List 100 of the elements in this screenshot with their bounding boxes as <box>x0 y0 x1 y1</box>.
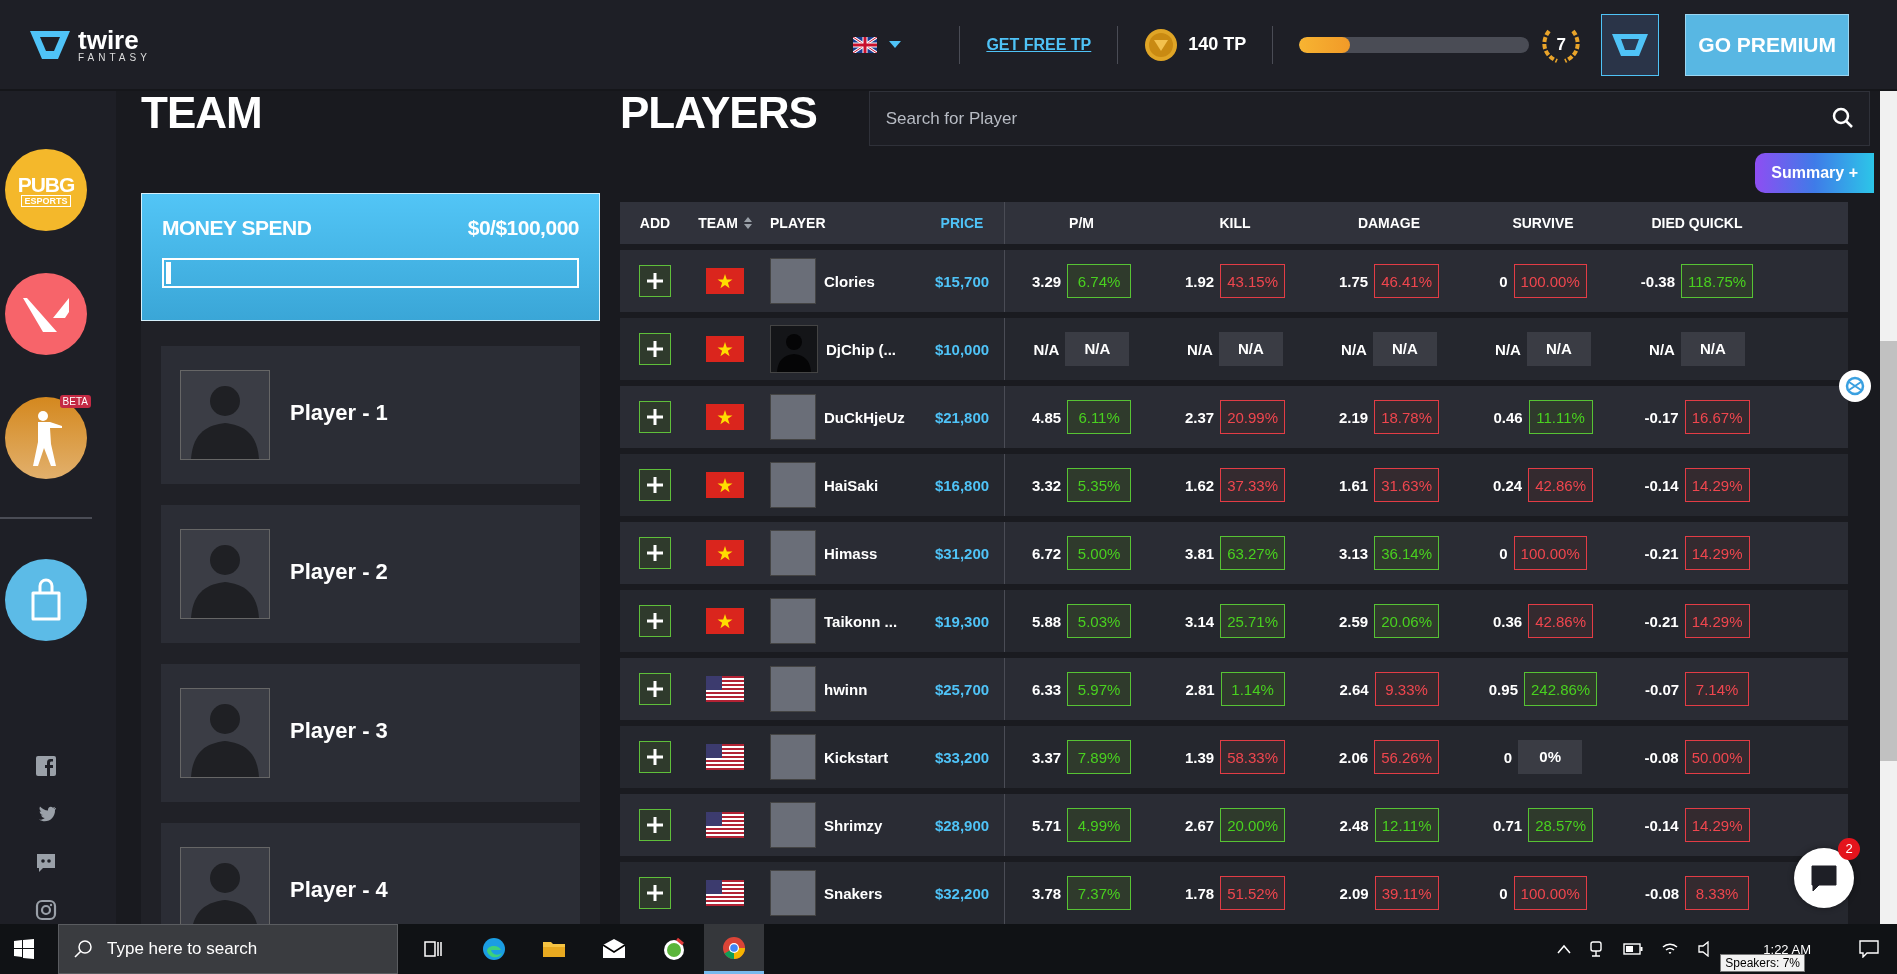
column-header[interactable]: DIED QUICKL <box>1651 215 1743 231</box>
add-button[interactable] <box>639 809 671 841</box>
column-header[interactable]: P/M <box>1069 215 1094 231</box>
stat-value: -0.38 <box>1640 272 1676 290</box>
stat-percent: 63.27% <box>1220 536 1286 570</box>
language-dropdown[interactable] <box>853 36 902 53</box>
add-button[interactable] <box>639 469 671 501</box>
player-price: $10,000 <box>934 340 990 358</box>
stat-value: 3.78 <box>1031 884 1062 902</box>
stat-value: 0 <box>1499 544 1508 562</box>
player-name: Taikonn ... <box>824 612 898 630</box>
stat-value: 6.33 <box>1031 680 1062 698</box>
ring-app-icon[interactable] <box>661 936 687 962</box>
stat-value: 1.61 <box>1338 476 1369 494</box>
stat-value: 0.36 <box>1492 612 1523 630</box>
search-icon[interactable] <box>1832 107 1854 129</box>
stat-value: 2.19 <box>1338 408 1369 426</box>
stat-value: 5.71 <box>1031 816 1062 834</box>
vietnam-flag-icon <box>706 472 744 498</box>
column-header[interactable]: SURVIVE <box>1512 215 1574 231</box>
column-header[interactable]: PLAYER <box>770 215 826 231</box>
player-price: $16,800 <box>934 476 990 494</box>
stat-percent: 37.33% <box>1220 468 1286 502</box>
taskbar-search-field[interactable]: Type here to search <box>58 924 398 974</box>
player-price: $28,900 <box>934 816 990 834</box>
add-button[interactable] <box>639 537 671 569</box>
windows-start-icon[interactable] <box>14 939 34 959</box>
add-button[interactable] <box>639 877 671 909</box>
stat-percent: 5.35% <box>1067 468 1132 502</box>
profile-avatar[interactable] <box>1601 13 1660 76</box>
edge-browser-icon[interactable] <box>481 936 507 962</box>
facebook-icon[interactable] <box>35 755 57 777</box>
stat-percent: 46.41% <box>1374 264 1440 298</box>
stat-percent: N/A <box>1065 332 1130 366</box>
player-price: $25,700 <box>934 680 990 698</box>
stat-percent: 42.86% <box>1528 604 1594 638</box>
stat-value: 2.48 <box>1339 816 1369 834</box>
add-button[interactable] <box>639 673 671 705</box>
player-name: Kickstart <box>824 748 889 766</box>
stat-percent: 6.74% <box>1067 264 1132 298</box>
us-flag-icon <box>706 744 744 770</box>
get-free-tp-link[interactable]: GET FREE TP <box>986 35 1092 54</box>
chat-bubble-icon <box>1809 863 1839 893</box>
rank-number: 7 <box>1556 34 1567 55</box>
player-slot[interactable]: Player - 4 <box>161 823 580 924</box>
column-header[interactable]: KILL <box>1219 215 1251 231</box>
stat-value: 3.81 <box>1184 544 1215 562</box>
photo-placeholder <box>770 802 816 848</box>
column-header[interactable]: TEAM <box>698 215 752 231</box>
sort-icon[interactable] <box>743 217 752 229</box>
stat-percent: 31.63% <box>1374 468 1440 502</box>
stat-value: 2.64 <box>1339 680 1369 698</box>
logo-name: twire <box>78 26 139 53</box>
avatar-silhouette <box>770 325 818 373</box>
add-button[interactable] <box>639 741 671 773</box>
stat-value: -0.14 <box>1644 476 1679 494</box>
add-button[interactable] <box>639 265 671 297</box>
battery-icon[interactable] <box>1623 943 1644 955</box>
chevron-up-icon[interactable] <box>1557 944 1572 954</box>
stat-percent: N/A <box>1680 332 1745 366</box>
player-slot[interactable]: Player - 1 <box>161 346 580 484</box>
add-button[interactable] <box>639 333 671 365</box>
player-price: $33,200 <box>934 748 990 766</box>
coin-icon <box>1144 27 1179 62</box>
us-flag-icon <box>706 676 744 702</box>
photo-placeholder <box>770 462 816 508</box>
stat-percent: 4.99% <box>1067 808 1132 842</box>
token-balance: 140 TP <box>1188 34 1247 55</box>
search-field[interactable]: Search for Player <box>868 91 1870 146</box>
column-header[interactable]: ADD <box>639 215 671 231</box>
stat-value: N/A <box>1033 340 1060 358</box>
add-button[interactable] <box>639 605 671 637</box>
stat-value: -0.08 <box>1644 884 1680 902</box>
budget-value: $0/$100,000 <box>467 216 579 240</box>
summary-button[interactable]: Summary + <box>1755 153 1874 193</box>
caret-icon <box>889 40 902 49</box>
column-header[interactable]: PRICE <box>940 215 984 231</box>
notification-badge: 2 <box>1838 838 1860 860</box>
add-button[interactable] <box>639 401 671 433</box>
discord-icon[interactable] <box>35 851 57 873</box>
notifications-icon[interactable] <box>1859 940 1879 958</box>
stat-percent: 20.00% <box>1220 808 1286 842</box>
uk-flag-icon <box>853 36 878 53</box>
stat-percent: 8.33% <box>1685 876 1750 910</box>
stat-value: 1.92 <box>1184 272 1215 290</box>
us-flag-icon <box>706 880 744 906</box>
stat-percent: 7.14% <box>1685 672 1750 706</box>
player-slot[interactable]: Player - 2 <box>161 505 580 643</box>
wifi-icon[interactable] <box>1661 941 1680 957</box>
instagram-icon[interactable] <box>35 899 57 921</box>
player-slot[interactable]: Player - 3 <box>161 664 580 802</box>
us-flag-icon <box>706 812 744 838</box>
stat-percent: 5.97% <box>1067 672 1132 706</box>
scrollbar[interactable] <box>1880 91 1897 924</box>
photo-placeholder <box>770 598 816 644</box>
column-header[interactable]: DAMAGE <box>1357 215 1421 231</box>
slot-label: Player - 4 <box>290 877 388 903</box>
stat-percent: 5.00% <box>1067 536 1132 570</box>
photo-placeholder <box>770 870 816 916</box>
chrome-browser-icon[interactable] <box>721 934 747 961</box>
